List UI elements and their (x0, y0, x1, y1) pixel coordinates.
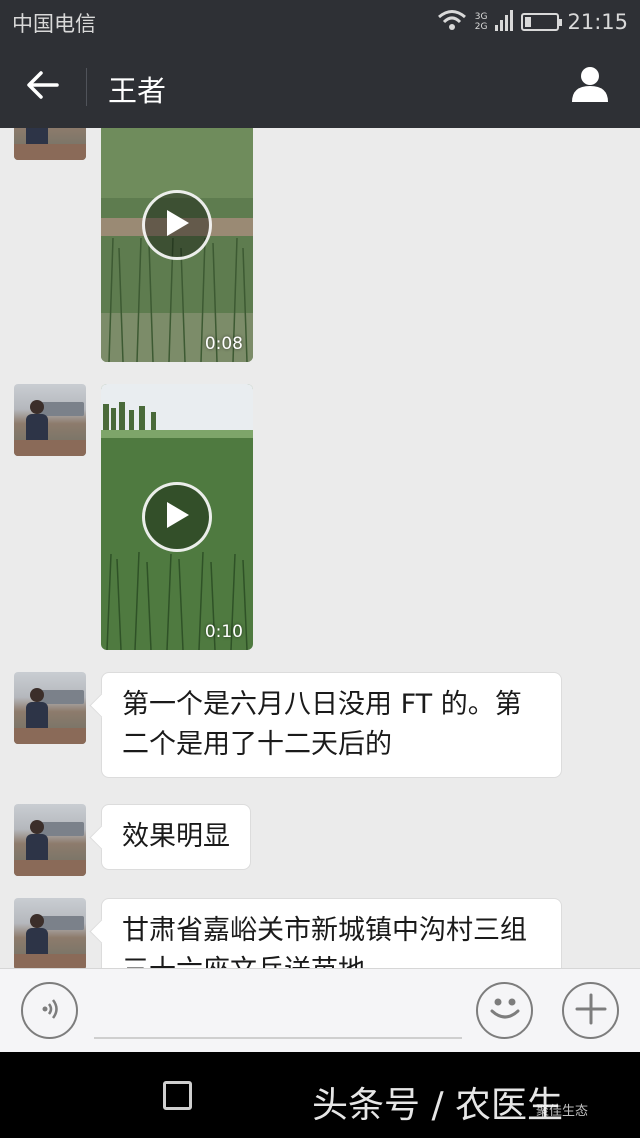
play-icon (164, 209, 190, 241)
network-3g-label: 3G (474, 12, 488, 22)
message-text-line: 效果明显 (122, 821, 230, 852)
message-text-line: 第一个是六月八日没用 FT 的。第 (122, 689, 522, 720)
avatar[interactable] (14, 128, 86, 160)
battery-icon (521, 13, 563, 31)
back-button[interactable] (20, 66, 66, 108)
chat-title: 王者 (108, 74, 167, 108)
status-icons: 3G 2G 21:15 (437, 6, 628, 38)
video-message[interactable]: 0:10 (101, 384, 253, 650)
video-duration: 0:08 (204, 334, 243, 354)
carrier-label: 中国电信 (12, 12, 96, 36)
clock: 21:15 (567, 10, 628, 34)
voice-icon (37, 996, 63, 1026)
title-divider (86, 68, 87, 106)
wifi-icon (437, 9, 467, 35)
message-input[interactable] (94, 983, 462, 1039)
play-button[interactable] (142, 190, 212, 260)
play-button[interactable] (142, 482, 212, 552)
person-icon (571, 65, 609, 107)
title-bar: 王者 (0, 46, 640, 128)
avatar[interactable] (14, 898, 86, 968)
message-text-line: 甘肃省嘉峪关市新城镇中沟村三组 (122, 915, 527, 946)
more-button[interactable] (562, 982, 619, 1039)
voice-button[interactable] (21, 982, 78, 1039)
emoji-button[interactable] (476, 982, 533, 1039)
text-bubble[interactable]: 甘肃省嘉峪关市新城镇中沟村三组 三十六座文兵送苗地 (101, 898, 562, 968)
text-bubble[interactable]: 效果明显 (101, 804, 251, 870)
input-bar (0, 968, 640, 1052)
text-bubble[interactable]: 第一个是六月八日没用 FT 的。第 二个是用了十二天后的 (101, 672, 562, 778)
signal-icon (495, 9, 514, 35)
message-text-line: 二个是用了十二天后的 (122, 729, 392, 760)
video-duration: 0:10 (204, 622, 243, 642)
watermark: 头条号 / 农医生 (312, 1085, 564, 1126)
plus-icon (575, 993, 607, 1029)
battery-fill (525, 17, 532, 27)
watermark-small: 聚佳生态 (536, 1104, 589, 1119)
profile-button[interactable] (568, 64, 612, 108)
square-icon[interactable] (163, 1081, 192, 1110)
network-2g-label: 2G (474, 22, 488, 32)
avatar[interactable] (14, 384, 86, 456)
nav-bar: 头条号 / 农医生 聚佳生态 (0, 1052, 640, 1138)
message-text-line: 三十六座文兵送苗地 (122, 951, 541, 968)
play-icon (164, 501, 190, 533)
avatar[interactable] (14, 804, 86, 876)
arrow-left-icon (27, 71, 59, 103)
smiley-icon (483, 987, 527, 1035)
avatar[interactable] (14, 672, 86, 744)
chat-area[interactable]: 0:08 0:10 第一个是六月八日没用 FT 的。第 二个是用了十二天后的 效… (0, 128, 640, 968)
network-type: 3G 2G (475, 12, 488, 32)
video-message[interactable]: 0:08 (101, 128, 253, 362)
status-bar: 中国电信 3G 2G 21:15 (0, 0, 640, 46)
